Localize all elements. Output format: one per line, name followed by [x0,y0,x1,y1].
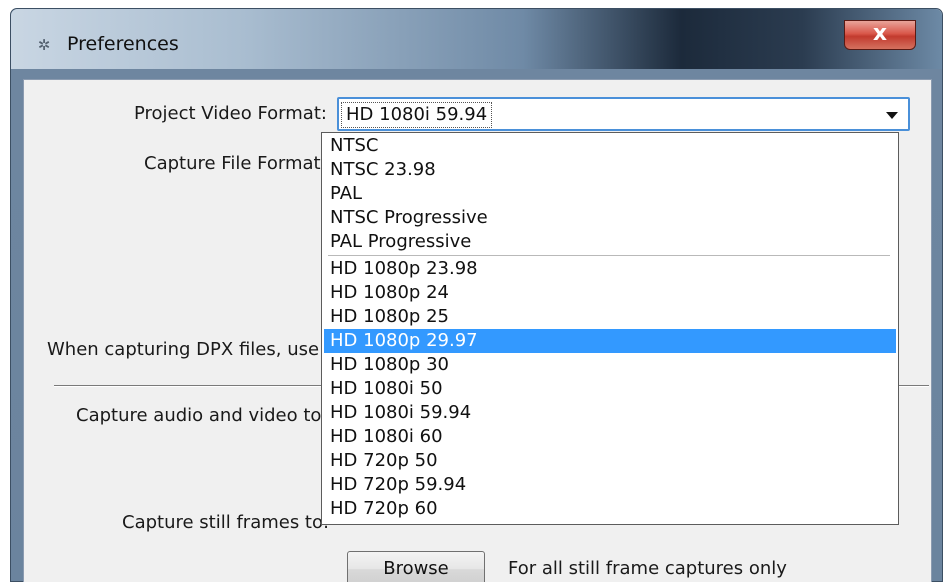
capture-still-frames-label: Capture still frames to: [122,512,330,533]
dropdown-option[interactable]: HD 1080i 59.94 [324,401,896,425]
project-video-format-label: Project Video Format: [134,103,327,124]
title-bar[interactable]: ✲ Preferences x [11,9,942,69]
dropdown-option[interactable]: HD 720p 60 [324,497,896,521]
capture-audio-video-label: Capture audio and video to: [76,405,328,426]
browse-button[interactable]: Browse [347,551,485,582]
dpx-label: When capturing DPX files, use [47,339,320,360]
close-button[interactable]: x [844,20,916,50]
capture-file-format-label: Capture File Format: [144,153,327,174]
format-dropdown-list[interactable]: NTSC NTSC 23.98 PAL NTSC Progressive PAL… [321,132,899,525]
browse-note: For all still frame captures only [508,558,787,579]
dropdown-option[interactable]: HD 1080p 23.98 [324,257,896,281]
dropdown-option[interactable]: HD 1080p 30 [324,353,896,377]
dropdown-option[interactable]: NTSC 23.98 [324,158,896,182]
dropdown-option[interactable]: NTSC Progressive [324,206,896,230]
dropdown-option[interactable]: NTSC [324,134,896,158]
window-title: Preferences [67,33,179,55]
selected-format-value: HD 1080i 59.94 [340,102,493,128]
dropdown-option[interactable]: PAL [324,182,896,206]
dropdown-option[interactable]: HD 720p 59.94 [324,473,896,497]
dropdown-option[interactable]: HD 1080i 60 [324,425,896,449]
dropdown-option[interactable]: HD 720p 50 [324,449,896,473]
chevron-down-icon[interactable] [886,112,898,119]
project-video-format-select[interactable]: HD 1080i 59.94 [337,97,910,131]
gear-icon: ✲ [37,36,51,54]
dropdown-option[interactable]: HD 1080p 24 [324,281,896,305]
dropdown-option[interactable]: PAL Progressive [324,230,896,254]
dropdown-option-highlighted[interactable]: HD 1080p 29.97 [324,329,896,353]
dropdown-option[interactable]: HD 1080p 25 [324,305,896,329]
dropdown-option[interactable]: HD 1080i 50 [324,377,896,401]
dropdown-separator [328,255,890,256]
